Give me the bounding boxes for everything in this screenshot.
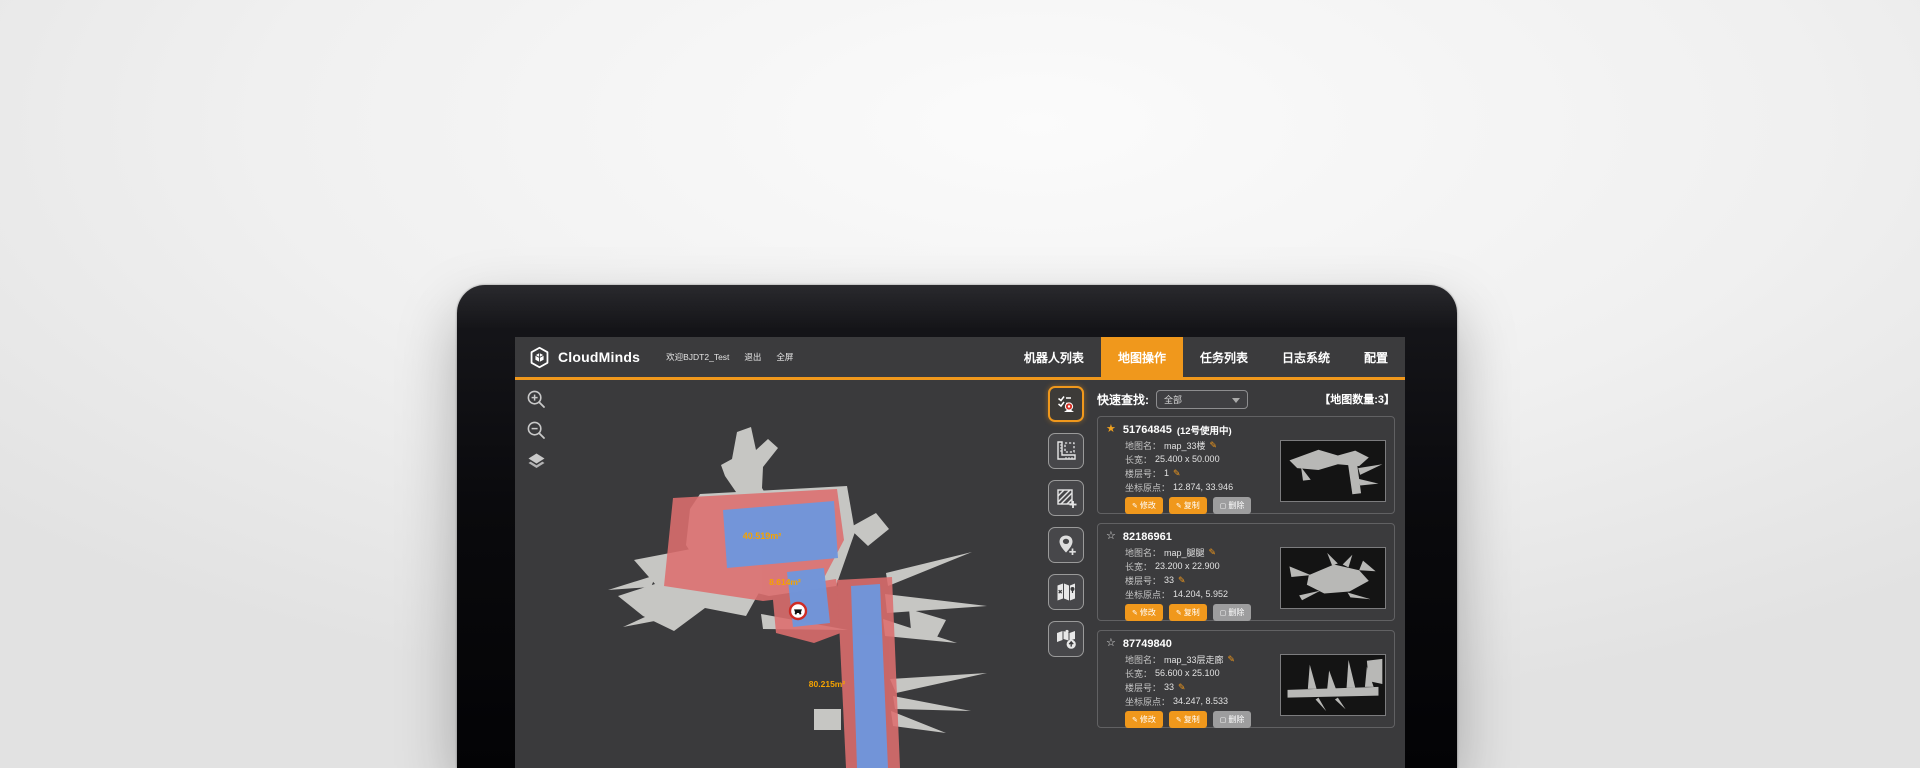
- delete-icon: ▢: [1220, 609, 1227, 617]
- origin-value: 14.204, 5.952: [1173, 589, 1228, 599]
- map-id: 51764845: [1123, 424, 1172, 436]
- zone-area-label-1: 40.519m²: [743, 531, 782, 541]
- zone-area-label-2: 8.614m²: [769, 577, 801, 587]
- copy-map-button[interactable]: ✎复制: [1169, 497, 1207, 514]
- tool-measure-area[interactable]: [1048, 433, 1084, 469]
- cloudminds-logo-icon: [528, 346, 551, 369]
- tool-point-add[interactable]: [1048, 527, 1084, 563]
- task-point-list-icon: [1054, 392, 1078, 416]
- top-navbar: CloudMinds 欢迎BJDT2_Test 退出 全屏 机器人列表 地图操作…: [515, 337, 1405, 377]
- floor-value: 33: [1164, 575, 1174, 585]
- edit-pencil-icon[interactable]: ✎: [1210, 440, 1218, 451]
- map-card-87749840: ☆ 87749840 地图名：map_33层走廊✎ 长宽：56.600 x 25…: [1097, 630, 1395, 728]
- map-canvas[interactable]: 40.519m² 8.614m² 80.215m²: [515, 380, 1043, 768]
- map-size-value: 25.400 x 50.000: [1155, 454, 1220, 464]
- tab-task-list[interactable]: 任务列表: [1183, 337, 1265, 377]
- edit-map-button[interactable]: ✎修改: [1125, 497, 1163, 514]
- map-card-82186961: ☆ 82186961 地图名：map_腿腿✎ 长宽：23.200 x 22.90…: [1097, 523, 1395, 621]
- copy-map-button[interactable]: ✎复制: [1169, 711, 1207, 728]
- map-annotate-icon: [1054, 580, 1078, 604]
- welcome-text: 欢迎BJDT2_Test: [666, 351, 729, 363]
- map-thumbnail[interactable]: [1280, 440, 1386, 502]
- zoom-out-icon[interactable]: [525, 419, 547, 441]
- floor-value: 33: [1164, 682, 1174, 692]
- edit-pencil-icon[interactable]: ✎: [1173, 468, 1181, 479]
- delete-map-button[interactable]: ▢删除: [1213, 604, 1252, 621]
- delete-map-button[interactable]: ▢删除: [1213, 497, 1252, 514]
- logout-link[interactable]: 退出: [744, 351, 761, 363]
- map-card-51764845: ★ 51764845 (12号使用中) 地图名：map_33楼✎ 长宽：25.4…: [1097, 416, 1395, 514]
- pencil-icon: ✎: [1132, 609, 1138, 617]
- edit-pencil-icon[interactable]: ✎: [1178, 682, 1186, 693]
- map-tools-column: [1043, 380, 1089, 768]
- map-size-value: 56.600 x 25.100: [1155, 668, 1220, 678]
- tool-task-point-list[interactable]: [1048, 386, 1084, 422]
- map-thumbnail[interactable]: [1280, 547, 1386, 609]
- brand-logo: CloudMinds: [515, 346, 640, 369]
- origin-value: 34.247, 8.533: [1173, 696, 1228, 706]
- map-name-value: map_33层走廊: [1164, 653, 1224, 666]
- map-status: (12号使用中): [1177, 423, 1232, 437]
- edit-pencil-icon[interactable]: ✎: [1178, 575, 1186, 586]
- pencil-icon: ✎: [1176, 716, 1182, 724]
- point-add-icon: [1054, 533, 1078, 557]
- quick-search-label: 快速查找:: [1097, 391, 1149, 408]
- occupancy-map[interactable]: 40.519m² 8.614m² 80.215m²: [515, 380, 1043, 768]
- tab-map-operation[interactable]: 地图操作: [1101, 337, 1183, 377]
- app-screen: CloudMinds 欢迎BJDT2_Test 退出 全屏 机器人列表 地图操作…: [515, 337, 1405, 768]
- copy-map-button[interactable]: ✎复制: [1169, 604, 1207, 621]
- pencil-icon: ✎: [1176, 609, 1182, 617]
- measure-area-icon: [1054, 439, 1078, 463]
- map-filter-select[interactable]: 全部: [1156, 390, 1248, 409]
- edit-map-button[interactable]: ✎修改: [1125, 711, 1163, 728]
- map-thumbnail[interactable]: [1280, 654, 1386, 716]
- layers-icon[interactable]: [525, 450, 547, 472]
- edit-map-button[interactable]: ✎修改: [1125, 604, 1163, 621]
- star-hollow-icon[interactable]: ☆: [1106, 531, 1116, 542]
- page-background: CloudMinds 欢迎BJDT2_Test 退出 全屏 机器人列表 地图操作…: [0, 0, 1920, 768]
- star-hollow-icon[interactable]: ☆: [1106, 638, 1116, 649]
- nav-tabs: 机器人列表 地图操作 任务列表 日志系统 配置: [1007, 337, 1405, 377]
- tab-robot-list[interactable]: 机器人列表: [1007, 337, 1101, 377]
- edit-pencil-icon[interactable]: ✎: [1228, 654, 1236, 665]
- zoom-in-icon[interactable]: [525, 388, 547, 410]
- map-filter-value: 全部: [1164, 393, 1182, 406]
- tool-map-annotate[interactable]: [1048, 574, 1084, 610]
- map-id: 87749840: [1123, 638, 1172, 650]
- virtual-wall-add-icon: [1054, 486, 1078, 510]
- map-name-value: map_腿腿: [1164, 546, 1205, 559]
- map-list-panel: 快速查找: 全部 【地图数量:3】 ★ 51764845 (12号使用中): [1089, 380, 1405, 768]
- tab-settings[interactable]: 配置: [1347, 337, 1405, 377]
- delete-map-button[interactable]: ▢删除: [1213, 711, 1252, 728]
- chevron-down-icon: [1232, 398, 1240, 403]
- robot-position-marker: [790, 603, 806, 619]
- laptop-mockup: CloudMinds 欢迎BJDT2_Test 退出 全屏 机器人列表 地图操作…: [457, 285, 1457, 768]
- pencil-icon: ✎: [1132, 502, 1138, 510]
- pencil-icon: ✎: [1176, 502, 1182, 510]
- star-filled-icon[interactable]: ★: [1106, 424, 1116, 435]
- edit-pencil-icon[interactable]: ✎: [1209, 547, 1217, 558]
- pencil-icon: ✎: [1132, 716, 1138, 724]
- map-size-value: 23.200 x 22.900: [1155, 561, 1220, 571]
- brand-name: CloudMinds: [558, 349, 640, 365]
- map-id: 82186961: [1123, 531, 1172, 543]
- tab-log-system[interactable]: 日志系统: [1265, 337, 1347, 377]
- map-upload-icon: [1054, 627, 1078, 651]
- floor-value: 1: [1164, 468, 1169, 478]
- fullscreen-link[interactable]: 全屏: [776, 351, 793, 363]
- origin-value: 12.874, 33.946: [1173, 482, 1233, 492]
- map-zoom-controls: [525, 388, 547, 472]
- map-count-badge: 【地图数量:3】: [1319, 391, 1395, 407]
- zone-area-label-3: 80.215m²: [809, 679, 846, 689]
- tool-virtual-wall-add[interactable]: [1048, 480, 1084, 516]
- delete-icon: ▢: [1220, 502, 1227, 510]
- map-name-value: map_33楼: [1164, 439, 1206, 452]
- delete-icon: ▢: [1220, 716, 1227, 724]
- tool-map-upload[interactable]: [1048, 621, 1084, 657]
